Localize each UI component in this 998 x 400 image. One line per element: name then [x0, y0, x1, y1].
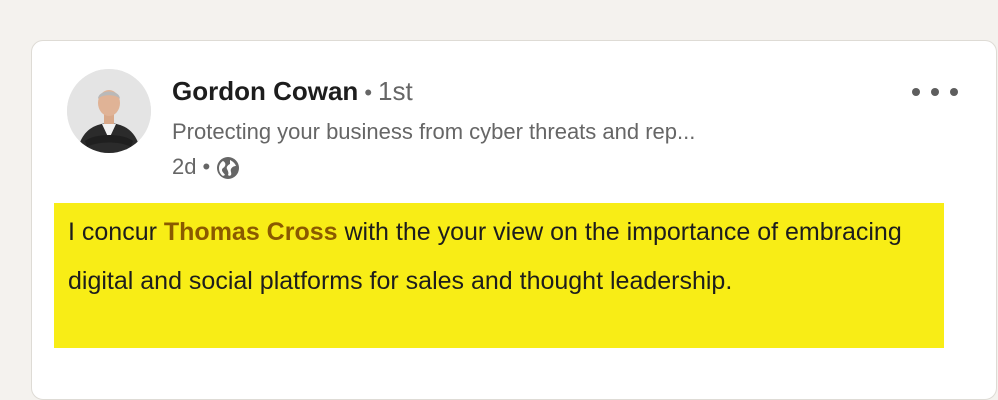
more-dot	[912, 88, 920, 96]
name-separator: •	[364, 80, 373, 105]
more-options-icon[interactable]	[912, 85, 958, 99]
author-name[interactable]: Gordon Cowan	[172, 76, 358, 106]
avatar-image	[67, 69, 151, 153]
more-dot	[931, 88, 939, 96]
comment-card: Gordon Cowan • 1st Protecting your busines…	[31, 40, 997, 400]
globe-icon	[216, 156, 240, 180]
comment-text-before: I concur	[68, 218, 164, 246]
author-line: Gordon Cowan • 1st	[172, 74, 413, 110]
meta-separator: •	[202, 154, 211, 179]
author-headline: Protecting your business from cyber thre…	[172, 119, 696, 144]
mention-link[interactable]: Thomas Cross	[164, 218, 338, 246]
connection-degree: 1st	[378, 76, 413, 106]
avatar[interactable]	[67, 69, 151, 153]
timestamp: 2d	[172, 154, 197, 179]
more-dot	[950, 88, 958, 96]
post-meta: 2d •	[172, 152, 240, 182]
comment-text: I concur Thomas Cross with the your view…	[54, 203, 944, 348]
